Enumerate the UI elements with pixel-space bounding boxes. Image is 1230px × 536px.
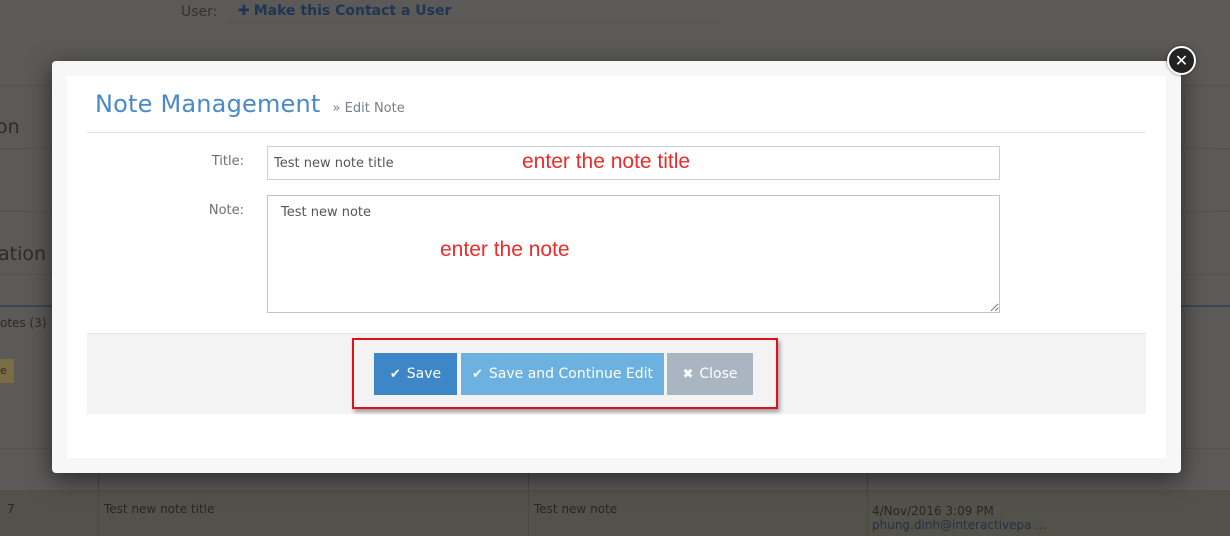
section-heading: ation	[0, 243, 47, 265]
close-icon: ✕	[1174, 51, 1189, 70]
modal-close-button[interactable]: ✕	[1167, 46, 1196, 75]
check-icon: ✔	[389, 366, 401, 382]
modal-footer: ✔ Save ✔ Save and Continue Edit ✖ Close	[87, 333, 1146, 414]
save-button-label: Save	[406, 366, 442, 382]
close-button-label: Close	[699, 366, 738, 382]
check-icon: ✔	[471, 366, 483, 382]
make-user-link-text: Make this Contact a User	[253, 3, 452, 19]
cell-author-link[interactable]: phung.dinh@interactivepa ...	[872, 518, 1047, 532]
tab-notes[interactable]: otes (3)	[0, 316, 47, 330]
modal-title: Note Management	[95, 90, 321, 118]
badge[interactable]: e	[0, 359, 14, 383]
save-continue-button-label: Save and Continue Edit	[488, 366, 654, 382]
note-label: Note:	[208, 203, 244, 218]
note-textarea[interactable]: Test new note	[267, 195, 1000, 313]
cell-date: 4/Nov/2016 3:09 PM	[872, 504, 994, 518]
save-button[interactable]: ✔ Save	[374, 353, 457, 395]
modal-header: Note Management » Edit Note	[95, 90, 405, 118]
title-label: Title:	[211, 154, 244, 169]
edit-note-modal: Note Management » Edit Note Title: Note:…	[52, 61, 1181, 473]
save-continue-button[interactable]: ✔ Save and Continue Edit	[461, 353, 664, 395]
section-heading: on	[0, 116, 20, 138]
breadcrumb: » Edit Note	[332, 101, 405, 116]
x-icon: ✖	[682, 366, 694, 382]
title-input[interactable]	[267, 146, 1000, 180]
cell-meta: 4/Nov/2016 3:09 PM phung.dinh@interactiv…	[872, 504, 1047, 532]
divider	[228, 22, 720, 23]
divider	[87, 132, 1146, 133]
cell-id: 7	[7, 502, 15, 516]
modal-content: Note Management » Edit Note Title: Note:…	[67, 76, 1166, 458]
make-user-link[interactable]: ✚ Make this Contact a User	[238, 3, 451, 19]
user-label: User:	[181, 4, 218, 20]
cell-title: Test new note title	[104, 502, 215, 516]
plus-icon: ✚	[238, 3, 250, 19]
cell-note: Test new note	[534, 502, 618, 516]
close-button[interactable]: ✖ Close	[667, 353, 753, 395]
